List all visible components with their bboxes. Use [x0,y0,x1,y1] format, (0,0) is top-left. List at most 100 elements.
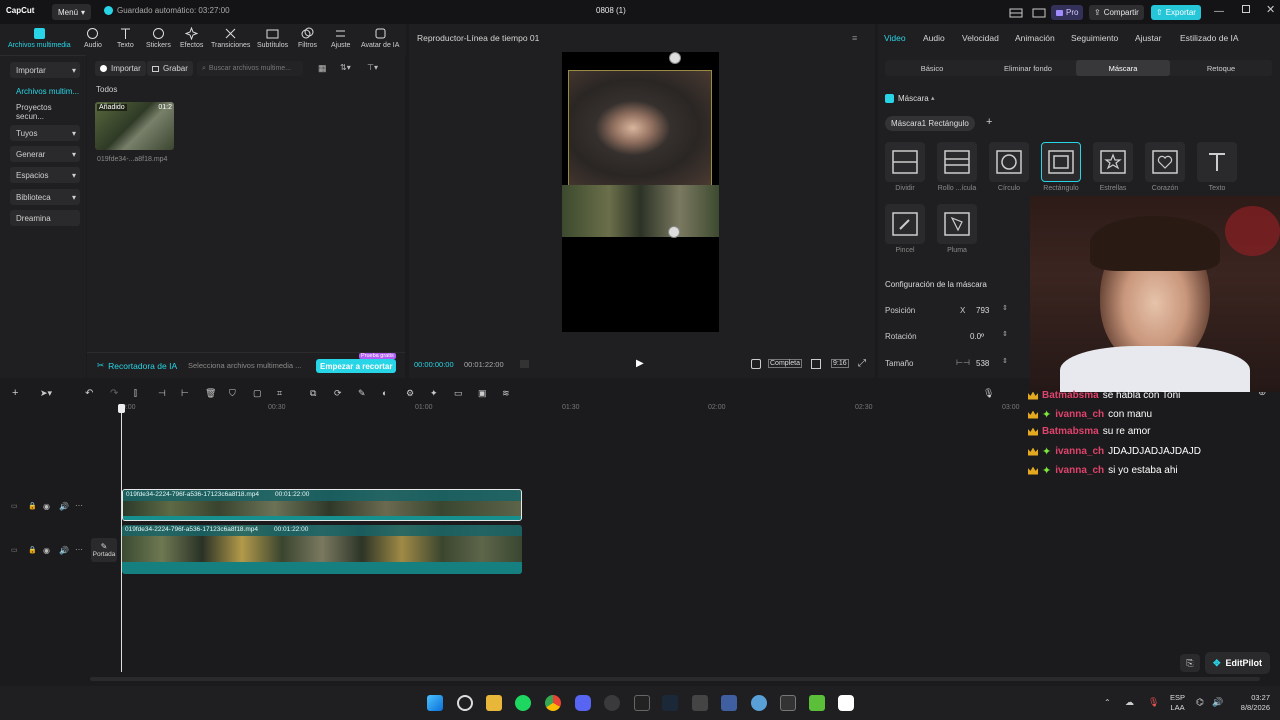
stepper-icon[interactable]: ⇕ [1002,330,1008,338]
search-icon[interactable] [457,695,473,711]
cursor-icon[interactable]: ➤▾ [40,388,52,399]
tool-avatar-ia[interactable]: Avatar de IA [361,27,399,49]
mask-checkbox[interactable] [885,94,894,103]
subtab-basico[interactable]: Básico [885,60,979,76]
delete-icon[interactable]: 🗑 [205,388,216,399]
maximize-icon[interactable] [1242,5,1250,13]
split-icon[interactable]: ⫿ [134,388,137,399]
volume-icon[interactable]: 🔊 [59,546,69,555]
keyboard-icon[interactable] [1027,5,1051,20]
pen-icon[interactable]: ✎ [358,388,366,399]
reverse-icon[interactable]: ◐ [382,388,387,398]
chrome-icon[interactable] [545,695,561,711]
gameplay-layer[interactable] [562,185,719,237]
clock[interactable]: 03:27 8/8/2026 [1232,693,1270,713]
sidebar-item-tuyos[interactable]: Tuyos ▾ [10,125,80,141]
layout-icon[interactable] [1004,5,1028,20]
play-icon[interactable]: ▶ [636,358,644,369]
discord-icon[interactable] [575,695,591,711]
fullscreen-icon[interactable]: ⤢ [858,358,866,369]
freeze-icon[interactable]: ▢ [253,388,262,399]
media-clip-thumbnail[interactable]: Añadido 01:2 [95,102,174,150]
filter-icon[interactable]: ⊤▾ [367,63,378,72]
add-mask-icon[interactable]: + [986,116,992,128]
tab-seguimiento[interactable]: Seguimiento [1071,33,1118,43]
mask-text[interactable] [1197,142,1237,182]
capcut-icon[interactable] [838,695,854,711]
minecraft-icon[interactable] [809,695,825,711]
caption-icon[interactable]: ▭ [454,388,463,399]
tool-transiciones[interactable]: Transiciones [211,27,250,49]
track-toggle-icon[interactable]: ▭ [11,502,18,510]
mask-film[interactable] [937,142,977,182]
sidebar-item-espacios[interactable]: Espacios ▾ [10,167,80,183]
trim-left-icon[interactable]: ⊣ [158,388,166,399]
fit-icon[interactable] [751,359,761,369]
steam-icon[interactable] [662,695,678,711]
volume-icon[interactable]: 🔊 [59,502,69,511]
minimize-icon[interactable]: — [1214,6,1224,17]
timeline-clip-overlay[interactable]: 019fde34-2224-796f-a536-17123c6a8f18.mp4… [122,489,522,521]
grid-view-icon[interactable]: ▦ [318,63,327,74]
spotify-icon[interactable] [515,695,531,711]
undo-icon[interactable]: ↶ [85,388,93,399]
mask-brush[interactable] [885,204,925,244]
tool-efectos[interactable]: Efectos [180,27,203,49]
mask-heart[interactable] [1145,142,1185,182]
ratio-button[interactable]: 9:16 [831,359,849,368]
close-icon[interactable]: ✕ [1266,3,1275,16]
app-icon[interactable] [692,695,708,711]
stepper-icon[interactable]: ⇕ [1002,304,1008,312]
mask-rectangle[interactable] [1041,142,1081,182]
start-cut-button[interactable]: Empezar a recortar [316,359,397,373]
add-track-icon[interactable]: + [12,387,18,399]
tab-velocidad[interactable]: Velocidad [962,33,999,43]
redo-icon[interactable]: ↷ [110,388,118,399]
timeline-scrollbar[interactable] [90,677,1260,681]
rotate-icon[interactable]: ⟳ [334,388,342,399]
audio-wave-icon[interactable]: ≋ [502,388,510,399]
mask-chip[interactable]: Máscara1 Rectángulo [885,116,975,131]
stepper-icon[interactable]: ⇕ [1002,357,1008,365]
sidebar-item-dreamina[interactable]: Dreamina [10,210,80,226]
image-icon[interactable]: ▣ [478,388,487,399]
tool-ajuste[interactable]: Ajuste [331,27,350,49]
focus-icon[interactable] [811,359,821,369]
volume-icon[interactable]: 🔊 [1212,697,1223,708]
tool-stickers[interactable]: Stickers [146,27,171,49]
timecode-icon[interactable] [520,360,529,368]
share-button[interactable]: ⇪ Compartir [1089,5,1144,20]
mask-pen[interactable] [937,204,977,244]
terminal-icon[interactable] [780,695,796,711]
player-menu-icon[interactable]: ≡ [852,33,857,43]
sidebar-item-biblioteca[interactable]: Biblioteca ▾ [10,189,80,205]
eye-icon[interactable]: ◉ [43,502,50,511]
sidebar-item-importar[interactable]: Importar ▾ [10,62,80,78]
tab-animacion[interactable]: Animación [1015,33,1055,43]
mask-handle-bottom[interactable] [668,226,680,238]
mic-icon[interactable]: 🎙 [1148,697,1159,708]
sort-icon[interactable]: ⇅▾ [340,63,351,72]
cloud-icon[interactable]: ☁ [1125,697,1134,708]
lock-icon[interactable]: 🔒 [28,502,37,510]
mask-split[interactable] [885,142,925,182]
magic-icon[interactable]: ✦ [430,388,438,399]
shield-icon[interactable]: ⛉ [229,388,236,399]
search-input[interactable]: ⌕ Buscar archivos multime... [197,61,303,76]
size-input[interactable]: 538 [976,359,989,368]
subtab-mascara[interactable]: Máscara [1076,60,1170,76]
obs-icon[interactable] [604,695,620,711]
tool-texto[interactable]: Texto [117,27,134,49]
clipboard-icon[interactable]: ⎘ [1180,654,1200,672]
more-icon[interactable]: ··· [75,501,83,510]
mask-stars[interactable] [1093,142,1133,182]
app-icon[interactable] [751,695,767,711]
video-canvas[interactable] [562,52,719,332]
tool-audio[interactable]: Audio [84,27,102,49]
more-icon[interactable]: ··· [75,545,83,554]
track-toggle-icon[interactable]: ▭ [11,546,18,554]
tab-ajustar[interactable]: Ajustar [1135,33,1161,43]
tab-video[interactable]: Video [884,33,906,43]
crop-icon[interactable]: ⌗ [277,388,282,399]
tool-subtitulos[interactable]: Subtítulos [257,27,288,49]
